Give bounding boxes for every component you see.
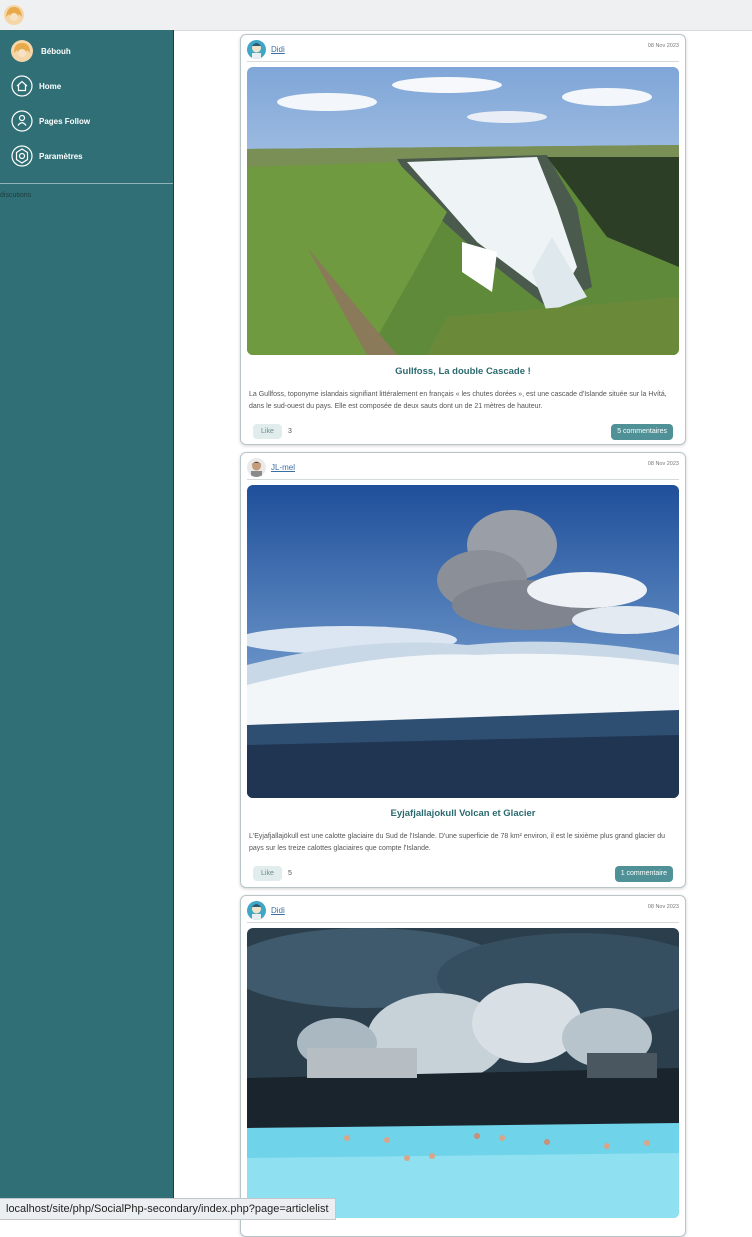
- author-avatar[interactable]: [247, 901, 266, 920]
- post-card: JL-mel 08 Nov 2023 Eyjafjallajokull Volc…: [240, 452, 686, 888]
- home-icon: [11, 75, 33, 97]
- sidebar-section-label: discutions: [0, 192, 32, 199]
- like-button[interactable]: Like: [253, 424, 282, 439]
- settings-icon: [11, 145, 33, 167]
- post-description: La Gullfoss, toponyme islandais signifia…: [249, 391, 667, 410]
- sidebar-item-label: Paramètres: [39, 151, 83, 161]
- post-header: JL-mel 08 Nov 2023: [247, 457, 679, 480]
- post-date: 08 Nov 2023: [647, 43, 679, 49]
- sidebar-item-settings[interactable]: Paramètres: [11, 145, 83, 167]
- post-image[interactable]: [247, 67, 679, 355]
- comments-button[interactable]: 5 commentaires: [611, 424, 673, 440]
- post-header: Didi 08 Nov 2023: [247, 39, 679, 62]
- comments-button[interactable]: 1 commentaire: [614, 866, 673, 882]
- like-count: 3: [288, 428, 292, 435]
- post-image[interactable]: [247, 485, 679, 798]
- post-date: 08 Nov 2023: [647, 904, 679, 910]
- author-avatar[interactable]: [247, 40, 266, 59]
- status-bar-url: localhost/site/php/SocialPhp-secondary/i…: [0, 1198, 336, 1220]
- post-date: 08 Nov 2023: [647, 461, 679, 467]
- sidebar-item-label: Pages Follow: [39, 116, 91, 126]
- post-title: Gullfoss, La double Cascade !: [395, 366, 531, 377]
- post-card: Didi 08 Nov 2023 Gullfoss, La double Cas…: [240, 34, 686, 445]
- like-button[interactable]: Like: [253, 866, 282, 881]
- pages-follow-icon: [11, 110, 33, 132]
- sidebar: Bébouh Home Pages Follow Paramètres disc…: [0, 30, 174, 1219]
- sidebar-item-label: Bébouh: [41, 46, 71, 56]
- author-name-link[interactable]: JL-mel: [271, 463, 295, 472]
- author-name-link[interactable]: Didi: [271, 45, 285, 54]
- author-avatar[interactable]: [247, 458, 266, 477]
- post-description: L'Eyjafjallajökull est une calotte glaci…: [249, 833, 666, 852]
- sidebar-item-label: Home: [39, 81, 62, 91]
- post-image[interactable]: [247, 928, 679, 1218]
- sidebar-item-profile[interactable]: Bébouh: [11, 40, 71, 62]
- user-avatar: [11, 40, 33, 62]
- post-card: Didi 08 Nov 2023: [240, 895, 686, 1237]
- user-avatar[interactable]: [4, 5, 24, 25]
- sidebar-divider: [0, 183, 173, 184]
- like-count: 5: [288, 870, 292, 877]
- sidebar-item-home[interactable]: Home: [11, 75, 61, 97]
- author-name-link[interactable]: Didi: [271, 906, 285, 915]
- post-header: Didi 08 Nov 2023: [247, 900, 679, 923]
- sidebar-item-pages-follow[interactable]: Pages Follow: [11, 110, 90, 132]
- post-title: Eyjafjallajokull Volcan et Glacier: [390, 808, 536, 819]
- top-bar: [0, 0, 752, 31]
